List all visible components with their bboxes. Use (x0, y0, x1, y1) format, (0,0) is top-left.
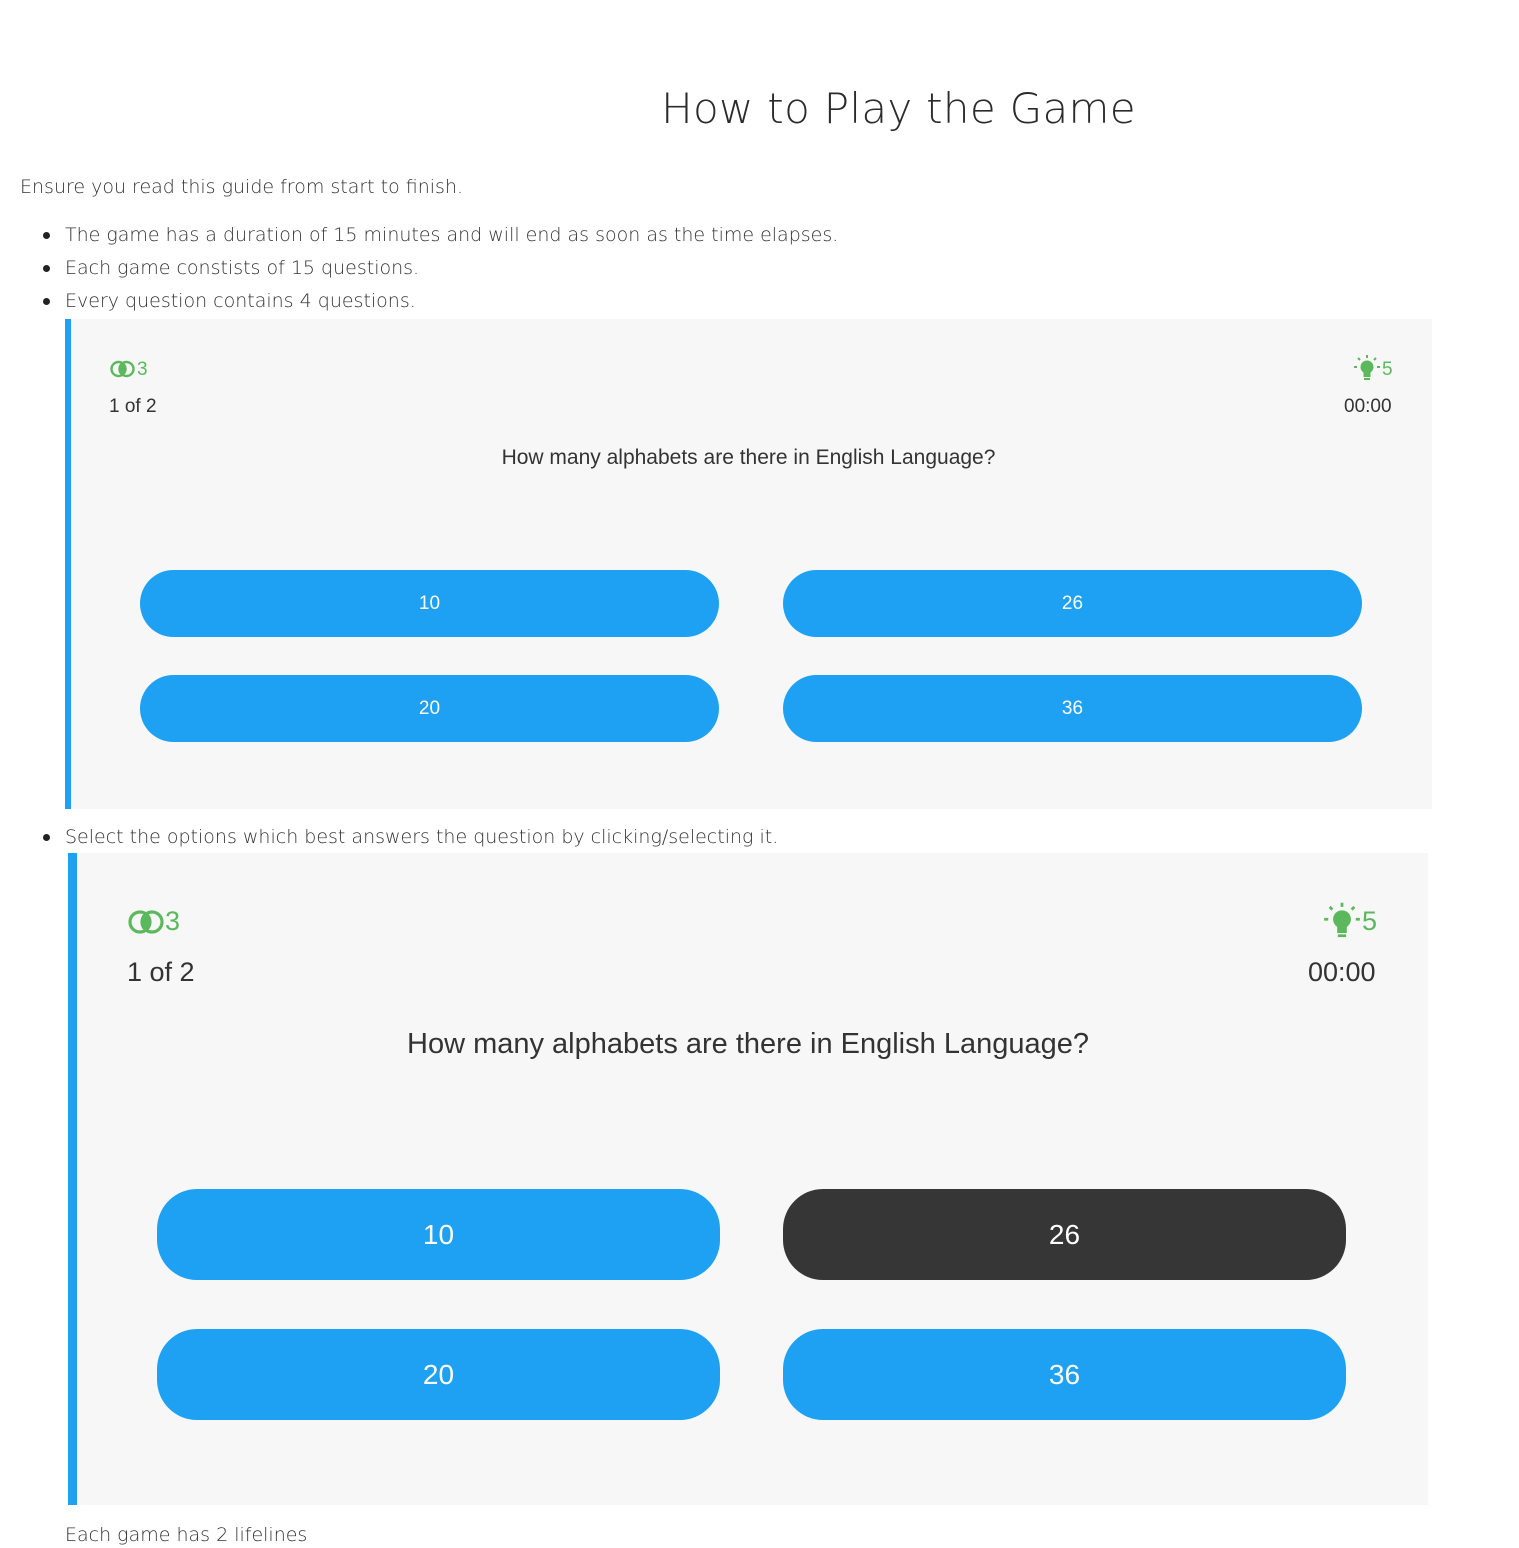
quiz-demo-panel-selected: 3 1 of 2 5 00:00 How many alphabets are … (68, 853, 1428, 1505)
fifty-fifty-icon[interactable] (110, 360, 136, 383)
option-button[interactable]: 26 (783, 570, 1362, 637)
rule-options-count: Every question contains 4 questions. (43, 290, 416, 312)
rule-lifelines-partial: Each game has 2 lifelines (65, 1524, 308, 1546)
rule-duration: The game has a duration of 15 minutes an… (42, 224, 839, 246)
page-title: How to Play the Game (661, 84, 1136, 133)
panel-accent-bar (65, 319, 71, 809)
rule-select-option: Select the options which best answers th… (42, 826, 779, 848)
hints-count: 5 (1382, 359, 1393, 380)
quiz-demo-panel: 3 1 of 2 5 00:00 How many alphabets are … (65, 319, 1432, 809)
question-text: How many alphabets are there in English … (407, 1028, 1089, 1060)
fifty-fifty-count: 3 (137, 359, 148, 380)
question-text: How many alphabets are there in English … (501, 446, 996, 469)
hints-count: 5 (1362, 906, 1378, 936)
question-progress: 1 of 2 (109, 396, 157, 417)
option-button-selected[interactable]: 26 (783, 1189, 1346, 1280)
rule-question-count: Each game constists of 15 questions. (42, 257, 420, 279)
option-button[interactable]: 36 (783, 1329, 1346, 1420)
option-button[interactable]: 10 (140, 570, 719, 637)
lightbulb-icon[interactable] (1351, 353, 1383, 390)
fifty-fifty-count: 3 (165, 906, 181, 936)
option-button[interactable]: 10 (157, 1189, 720, 1280)
fifty-fifty-icon[interactable] (128, 909, 164, 940)
lightbulb-icon[interactable] (1320, 900, 1364, 949)
timer: 00:00 (1308, 957, 1376, 987)
panel-accent-bar (68, 853, 77, 1505)
option-button[interactable]: 36 (783, 675, 1362, 742)
option-button[interactable]: 20 (157, 1329, 720, 1420)
option-button[interactable]: 20 (140, 675, 719, 742)
question-progress: 1 of 2 (127, 957, 195, 987)
timer: 00:00 (1344, 396, 1392, 417)
intro-text: Ensure you read this guide from start to… (20, 176, 464, 198)
